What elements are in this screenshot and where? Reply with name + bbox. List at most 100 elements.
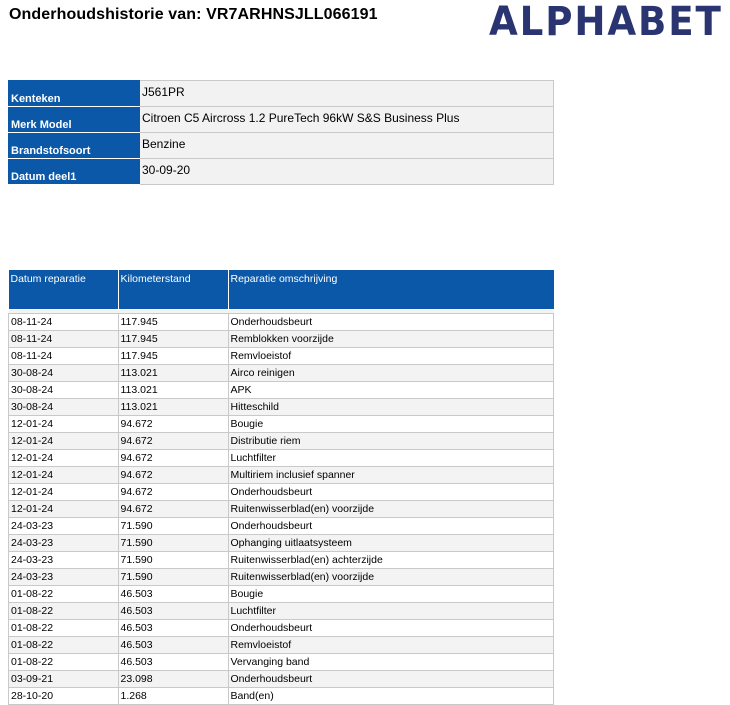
repair-date-cell: 08-11-24 [8,313,119,331]
repair-description-cell: Onderhoudsbeurt [227,670,554,688]
mileage-cell: 94.672 [117,483,229,501]
repair-description-cell: Onderhoudsbeurt [227,483,554,501]
repair-date-cell: 01-08-22 [8,619,119,637]
table-row: 08-11-24 117.945 Remblokken voorzijde [8,330,554,348]
repair-description-cell: Ophanging uitlaatsysteem [227,534,554,552]
mileage-cell: 71.590 [117,534,229,552]
repair-description-cell: Ruitenwisserblad(en) achterzijde [227,551,554,569]
table-row: 30-08-24 113.021 Hitteschild [8,398,554,416]
table-row: 12-01-24 94.672 Onderhoudsbeurt [8,483,554,501]
vehicle-info-value: J561PR [139,80,554,107]
table-row: 01-08-22 46.503 Luchtfilter [8,602,554,620]
vehicle-info-row: Brandstofsoort Benzine [8,132,554,159]
repair-description-cell: Bougie [227,415,554,433]
table-row: 12-01-24 94.672 Luchtfilter [8,449,554,467]
vehicle-info-row: Merk Model Citroen C5 Aircross 1.2 PureTe… [8,106,554,133]
mileage-cell: 71.590 [117,551,229,569]
repair-description-cell: Luchtfilter [227,602,554,620]
column-header-date: Datum reparatie [8,270,119,310]
table-row: 12-01-24 94.672 Ruitenwisserblad(en) voorz… [8,500,554,518]
mileage-cell: 117.945 [117,330,229,348]
mileage-cell: 46.503 [117,653,229,671]
mileage-cell: 46.503 [117,636,229,654]
mileage-cell: 113.021 [117,381,229,399]
repair-date-cell: 01-08-22 [8,653,119,671]
repair-date-cell: 12-01-24 [8,432,119,450]
mileage-cell: 117.945 [117,347,229,365]
repair-date-cell: 28-10-20 [8,687,119,705]
table-row: 24-03-23 71.590 Onderhoudsbeurt [8,517,554,535]
repair-description-cell: Vervanging band [227,653,554,671]
mileage-cell: 117.945 [117,313,229,331]
repair-date-cell: 08-11-24 [8,330,119,348]
vehicle-info-label: Merk Model [8,106,140,133]
repair-date-cell: 24-03-23 [8,534,119,552]
repair-description-cell: Onderhoudsbeurt [227,313,554,331]
table-row: 12-01-24 94.672 Multiriem inclusief spanne… [8,466,554,484]
repair-description-cell: Multiriem inclusief spanner [227,466,554,484]
table-row: 01-08-22 46.503 Remvloeistof [8,636,554,654]
repair-date-cell: 30-08-24 [8,398,119,416]
table-row: 30-08-24 113.021 Airco reinigen [8,364,554,382]
repair-date-cell: 01-08-22 [8,636,119,654]
repair-description-cell: Ruitenwisserblad(en) voorzijde [227,568,554,586]
mileage-cell: 1.268 [117,687,229,705]
history-header-row: Datum reparatie Kilometerstand Reparatie… [8,270,554,310]
repair-date-cell: 12-01-24 [8,483,119,501]
mileage-cell: 46.503 [117,619,229,637]
page-title: Onderhoudshistorie van: VR7ARHNSJLL06619… [9,6,378,23]
repair-date-cell: 12-01-24 [8,449,119,467]
table-row: 24-03-23 71.590 Ruitenwisserblad(en) achte… [8,551,554,569]
repair-description-cell: Remblokken voorzijde [227,330,554,348]
repair-date-cell: 24-03-23 [8,551,119,569]
repair-date-cell: 30-08-24 [8,364,119,382]
repair-description-cell: Onderhoudsbeurt [227,619,554,637]
column-header-description: Reparatie omschrijving [228,270,554,310]
mileage-cell: 94.672 [117,449,229,467]
mileage-cell: 23.098 [117,670,229,688]
mileage-cell: 113.021 [117,364,229,382]
mileage-cell: 94.672 [117,432,229,450]
mileage-cell: 94.672 [117,466,229,484]
vehicle-info-row: Kenteken J561PR [8,80,554,107]
repair-date-cell: 12-01-24 [8,415,119,433]
repair-description-cell: Remvloeistof [227,347,554,365]
repair-description-cell: APK [227,381,554,399]
maintenance-history-table: Datum reparatie Kilometerstand Reparatie… [8,270,554,705]
table-row: 03-09-21 23.098 Onderhoudsbeurt [8,670,554,688]
repair-description-cell: Bougie [227,585,554,603]
mileage-cell: 94.672 [117,500,229,518]
mileage-cell: 71.590 [117,568,229,586]
vehicle-info-table: Kenteken J561PR Merk Model Citroen C5 Aircr… [8,80,554,185]
vehicle-info-value: Citroen C5 Aircross 1.2 PureTech 96kW S&… [139,106,554,133]
vehicle-info-value: 30-09-20 [139,158,554,185]
repair-description-cell: Hitteschild [227,398,554,416]
table-row: 28-10-20 1.268 Band(en) [8,687,554,705]
mileage-cell: 113.021 [117,398,229,416]
repair-description-cell: Onderhoudsbeurt [227,517,554,535]
table-row: 24-03-23 71.590 Ruitenwisserblad(en) voorz… [8,568,554,586]
table-row: 01-08-22 46.503 Vervanging band [8,653,554,671]
vehicle-info-row: Datum deel1 30-09-20 [8,158,554,185]
table-row: 24-03-23 71.590 Ophanging uitlaatsysteem [8,534,554,552]
vehicle-info-label: Brandstofsoort [8,132,140,159]
table-row: 12-01-24 94.672 Distributie riem [8,432,554,450]
mileage-cell: 46.503 [117,602,229,620]
vehicle-info-value: Benzine [139,132,554,159]
repair-date-cell: 01-08-22 [8,602,119,620]
repair-date-cell: 30-08-24 [8,381,119,399]
mileage-cell: 94.672 [117,415,229,433]
mileage-cell: 46.503 [117,585,229,603]
repair-date-cell: 01-08-22 [8,585,119,603]
vehicle-info-label: Kenteken [8,80,140,107]
table-row: 01-08-22 46.503 Onderhoudsbeurt [8,619,554,637]
table-row: 30-08-24 113.021 APK [8,381,554,399]
repair-description-cell: Airco reinigen [227,364,554,382]
repair-date-cell: 03-09-21 [8,670,119,688]
repair-description-cell: Ruitenwisserblad(en) voorzijde [227,500,554,518]
repair-date-cell: 24-03-23 [8,568,119,586]
repair-description-cell: Distributie riem [227,432,554,450]
repair-date-cell: 12-01-24 [8,466,119,484]
repair-description-cell: Remvloeistof [227,636,554,654]
table-row: 01-08-22 46.503 Bougie [8,585,554,603]
